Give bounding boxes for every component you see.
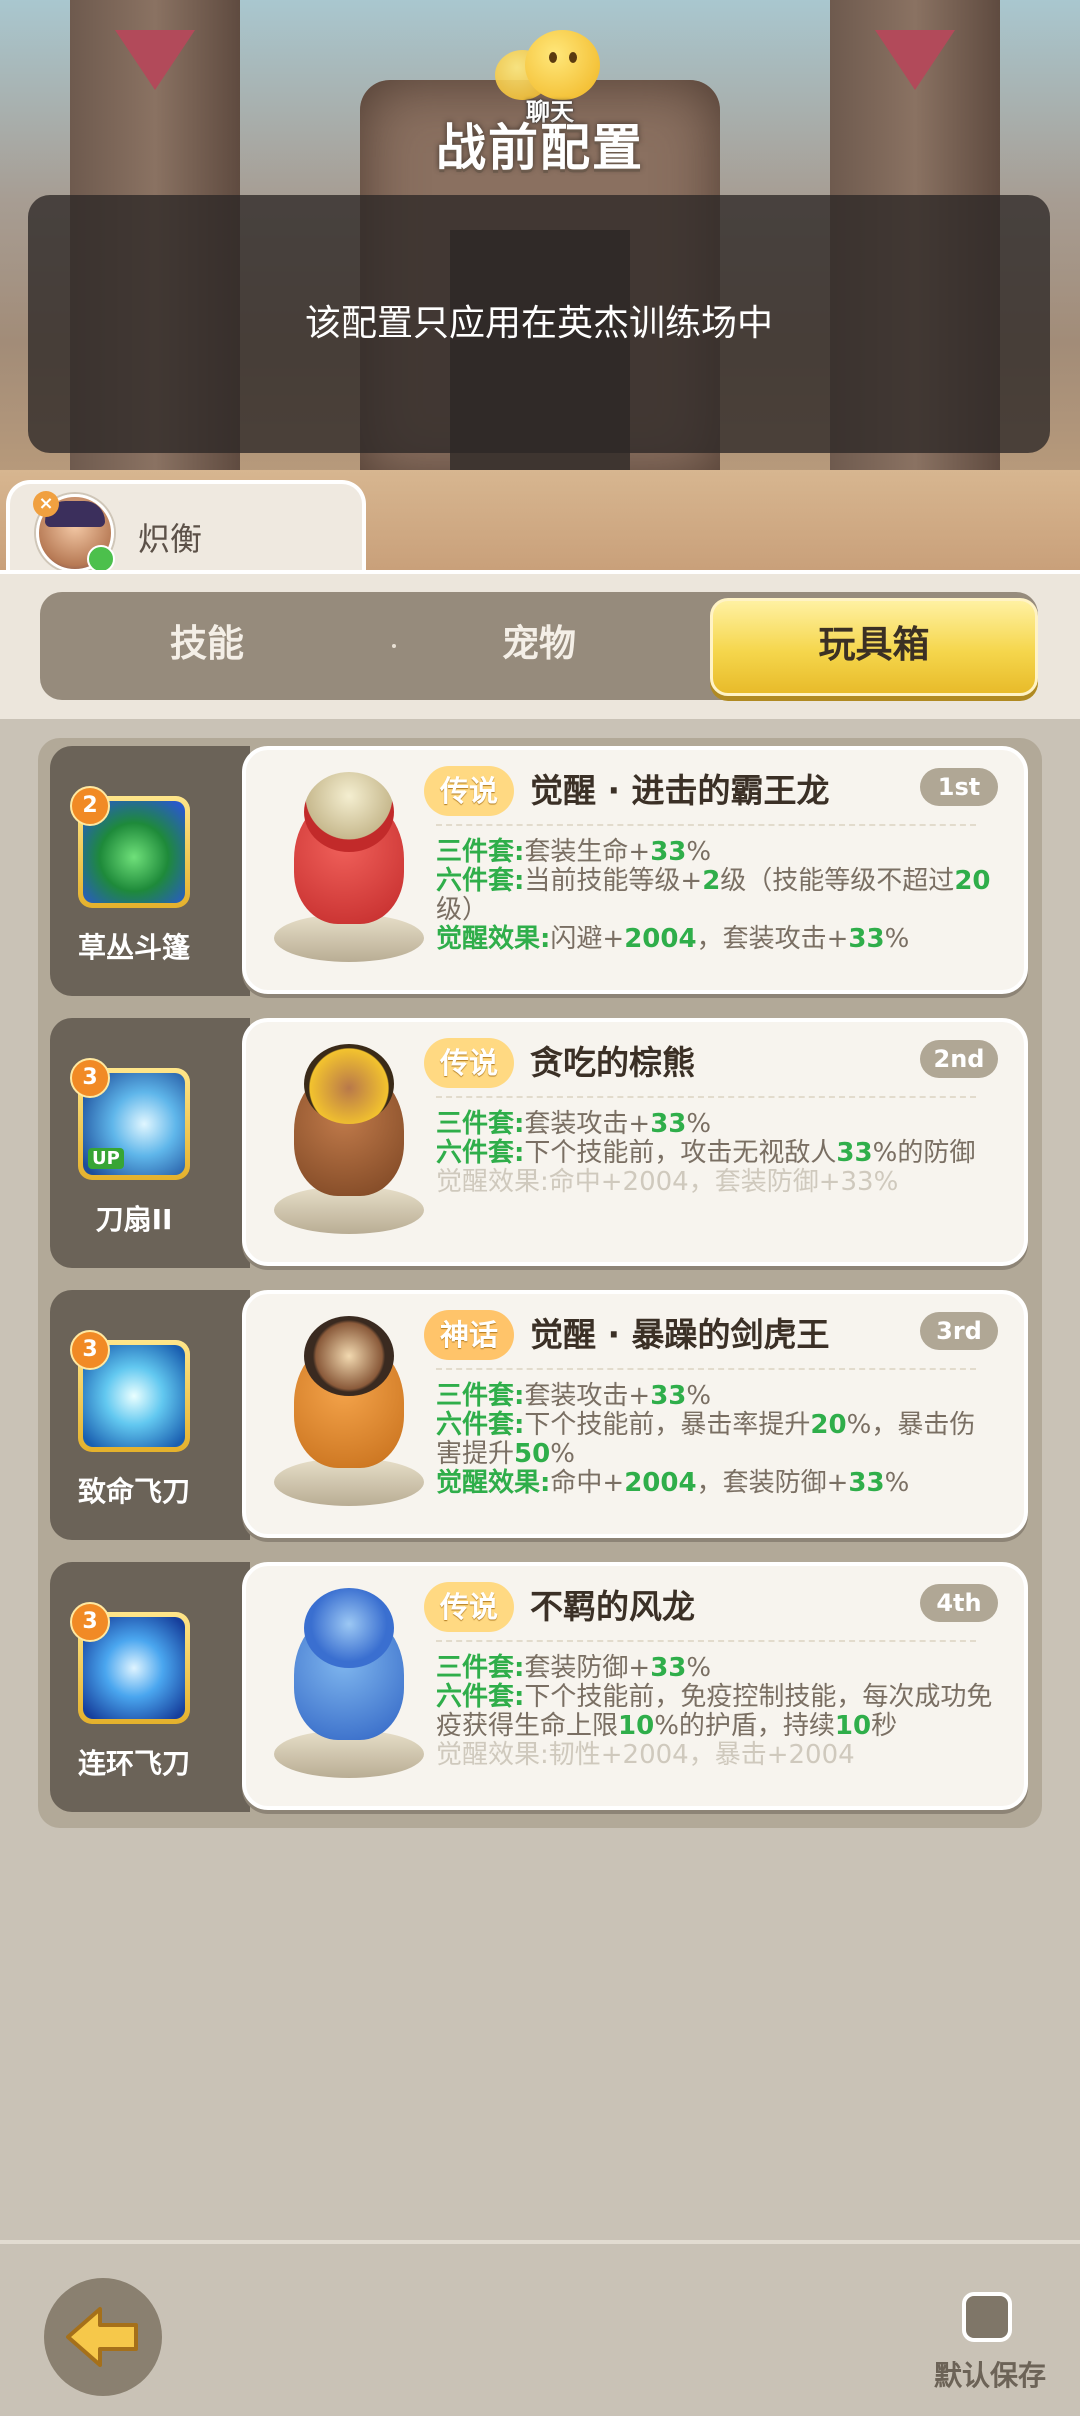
toy-effects: 三件套:套装攻击+33% 六件套:下个技能前，暴击率提升20%，暴击伤害提升50… <box>436 1381 976 1498</box>
tab-bar: 技能 宠物 玩具箱 <box>0 570 1080 719</box>
skill-slot[interactable]: 2 草丛斗篷 <box>50 746 250 996</box>
rarity-badge: 传说 <box>424 1582 514 1632</box>
toy-name: 觉醒 · 暴躁的剑虎王 <box>530 1315 830 1354</box>
divider <box>436 1096 976 1098</box>
page-title: 战前配置 <box>436 119 644 177</box>
tab-group: 技能 宠物 玩具箱 <box>40 592 1038 700</box>
tab-toybox[interactable]: 玩具箱 <box>710 598 1038 696</box>
chat-button[interactable]: 聊天 <box>495 30 605 126</box>
list-item: 2 草丛斗篷 传说 觉醒 · 进击的霸王龙 1st 三件套:套装生命+33% 六… <box>50 746 1030 996</box>
skill-level-badge: 2 <box>70 786 110 826</box>
rank-badge: 3rd <box>920 1312 998 1350</box>
skill-name: 致命飞刀 <box>77 1475 190 1508</box>
toy-card[interactable]: 传说 不羁的风龙 4th 三件套:套装防御+33% 六件套:下个技能前，免疫控制… <box>242 1562 1028 1810</box>
toy-name: 觉醒 · 进击的霸王龙 <box>530 771 830 810</box>
list-item: 3 连环飞刀 传说 不羁的风龙 4th 三件套:套装防御+33% 六件套:下个技… <box>50 1562 1030 1812</box>
toy-list: 2 草丛斗篷 传说 觉醒 · 进击的霸王龙 1st 三件套:套装生命+33% 六… <box>38 738 1042 1828</box>
divider <box>436 824 976 826</box>
player-tab[interactable]: × 炽衡 <box>6 480 366 579</box>
player-name: 炽衡 <box>138 520 203 558</box>
skill-level-badge: 3 <box>70 1058 110 1098</box>
toy-effects: 三件套:套装防御+33% 六件套:下个技能前，免疫控制技能，每次成功免疫获得生命… <box>436 1653 993 1770</box>
list-item: 3 UP 刀扇II 传说 贪吃的棕熊 2nd 三件套:套装攻击+33% 六件套:… <box>50 1018 1030 1268</box>
rank-badge: 1st <box>920 768 998 806</box>
avatar: × <box>33 491 115 573</box>
notice-banner: 该配置只应用在英杰训练场中 <box>28 195 1050 453</box>
close-badge-icon: × <box>33 491 59 517</box>
skill-level-badge: 3 <box>70 1330 110 1370</box>
default-save-label: 默认保存 <box>933 2359 1046 2392</box>
default-save-checkbox[interactable] <box>962 2292 1012 2342</box>
skill-slot[interactable]: 3 UP 刀扇II <box>50 1018 250 1268</box>
trex-figure-icon <box>256 764 436 964</box>
rank-badge: 2nd <box>920 1040 998 1078</box>
toy-card[interactable]: 传说 贪吃的棕熊 2nd 三件套:套装攻击+33% 六件套:下个技能前，攻击无视… <box>242 1018 1028 1266</box>
sabertooth-figure-icon <box>256 1308 436 1508</box>
skill-name: 草丛斗篷 <box>77 931 190 964</box>
rarity-badge: 传说 <box>424 766 514 816</box>
skill-level-badge: 3 <box>70 1602 110 1642</box>
tab-skills[interactable]: 技能 <box>40 592 374 700</box>
bottom-bar: 默认保存 <box>0 2240 1080 2416</box>
chat-status-icon <box>87 545 115 573</box>
toy-name: 贪吃的棕熊 <box>530 1043 695 1082</box>
upgrade-badge: UP <box>88 1148 124 1169</box>
list-item: 3 致命飞刀 神话 觉醒 · 暴躁的剑虎王 3rd 三件套:套装攻击+33% 六… <box>50 1290 1030 1540</box>
notice-text: 该配置只应用在英杰训练场中 <box>304 303 773 344</box>
rarity-badge: 神话 <box>424 1310 514 1360</box>
toy-card[interactable]: 神话 觉醒 · 暴躁的剑虎王 3rd 三件套:套装攻击+33% 六件套:下个技能… <box>242 1290 1028 1538</box>
divider <box>436 1368 976 1370</box>
toy-card[interactable]: 传说 觉醒 · 进击的霸王龙 1st 三件套:套装生命+33% 六件套:当前技能… <box>242 746 1028 994</box>
wind-dragon-figure-icon <box>256 1580 436 1780</box>
divider <box>436 1640 976 1642</box>
toy-effects: 三件套:套装生命+33% 六件套:当前技能等级+2级（技能等级不超过20级） 觉… <box>436 837 991 954</box>
tab-pets[interactable]: 宠物 <box>374 592 704 700</box>
bear-figure-icon <box>256 1036 436 1236</box>
skill-slot[interactable]: 3 连环飞刀 <box>50 1562 250 1812</box>
skill-name: 刀扇II <box>95 1203 173 1236</box>
back-button[interactable] <box>44 2278 162 2396</box>
toy-name: 不羁的风龙 <box>530 1587 695 1626</box>
toy-effects: 三件套:套装攻击+33% 六件套:下个技能前，攻击无视敌人33%的防御 觉醒效果… <box>436 1109 976 1197</box>
rarity-badge: 传说 <box>424 1038 514 1088</box>
chat-face-icon <box>525 30 600 100</box>
rank-badge: 4th <box>920 1584 998 1622</box>
skill-slot[interactable]: 3 致命飞刀 <box>50 1290 250 1540</box>
back-arrow-icon <box>66 2307 138 2367</box>
skill-name: 连环飞刀 <box>77 1747 190 1780</box>
